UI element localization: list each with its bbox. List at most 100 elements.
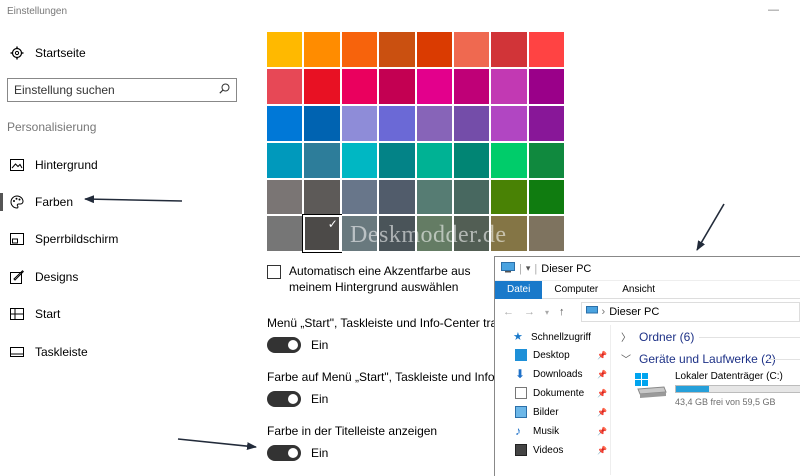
back-arrow-icon[interactable]: ← (503, 306, 514, 318)
color-swatch[interactable] (452, 67, 491, 105)
sidebar: Startseite Einstellung suchen Personalis… (0, 0, 250, 476)
nav-hintergrund[interactable]: Hintergrund (9, 155, 98, 175)
document-icon (515, 387, 527, 399)
nav-downloads[interactable]: ⬇ Downloads 📌 (515, 366, 611, 382)
nav-taskleiste[interactable]: Taskleiste (9, 342, 88, 362)
computer-icon (585, 306, 598, 318)
color-swatch[interactable] (378, 67, 416, 105)
nav-musik[interactable]: ♪ Musik 📌 (515, 423, 611, 439)
titlebar-color-toggle[interactable] (267, 445, 301, 461)
pictures-icon (515, 406, 527, 418)
nav-desktop[interactable]: Desktop 📌 (515, 347, 611, 363)
color-swatch[interactable] (452, 104, 491, 142)
color-swatch[interactable]: ✓ (302, 214, 342, 254)
toggle-knob (288, 448, 298, 458)
settings-search-input[interactable]: Einstellung suchen (7, 78, 237, 102)
color-swatch[interactable] (340, 31, 379, 68)
group-folders[interactable]: 〉 Ordner (6) (621, 329, 695, 345)
color-swatch[interactable] (415, 104, 453, 142)
color-swatch[interactable] (490, 141, 528, 179)
color-swatch[interactable] (415, 67, 453, 105)
color-swatch[interactable] (415, 31, 453, 68)
pin-icon: 📌 (597, 407, 607, 417)
nav-bilder[interactable]: Bilder 📌 (515, 404, 611, 420)
color-swatch[interactable] (527, 141, 566, 179)
color-swatch[interactable] (266, 141, 304, 179)
color-swatch[interactable] (527, 31, 566, 68)
nav-videos[interactable]: Videos 📌 (515, 442, 611, 458)
nav-dokumente[interactable]: Dokumente 📌 (515, 385, 611, 401)
color-swatch[interactable] (378, 141, 416, 179)
color-swatch[interactable] (303, 141, 341, 179)
color-swatch[interactable] (527, 215, 566, 253)
start-color-toggle[interactable] (267, 391, 301, 407)
nav-sperrbildschirm[interactable]: Sperrbildschirm (9, 229, 118, 249)
nav-label: Start (35, 307, 61, 321)
color-swatch[interactable] (378, 104, 416, 142)
nav-quick-access[interactable]: ★ Schnellzugriff (513, 329, 609, 345)
color-swatch[interactable] (527, 178, 566, 216)
color-swatch[interactable] (266, 31, 304, 68)
color-swatch[interactable] (452, 141, 491, 179)
color-swatch[interactable] (415, 178, 453, 216)
nav-start[interactable]: Start (9, 304, 60, 324)
nav-farben[interactable]: Farben (9, 192, 73, 212)
color-swatch[interactable] (527, 104, 566, 142)
up-arrow-icon[interactable]: ↑ (559, 306, 565, 318)
tab-computer[interactable]: Computer (542, 281, 610, 299)
color-swatch[interactable] (415, 141, 453, 179)
address-text: Dieser PC (609, 306, 660, 318)
search-icon[interactable] (219, 83, 230, 97)
tab-datei[interactable]: Datei (495, 280, 543, 299)
quick-access-toolbar-icon[interactable]: ▾ (526, 263, 531, 274)
titlebar-color-state: Ein (311, 446, 329, 460)
drive-usage-bar (675, 385, 800, 393)
group-drives[interactable]: ﹀ Geräte und Laufwerke (2) (621, 351, 776, 367)
nav-home[interactable]: Startseite (9, 43, 86, 63)
color-swatch[interactable] (452, 31, 491, 68)
color-swatch[interactable] (527, 67, 566, 105)
selection-indicator (0, 193, 3, 211)
arrow-to-explorer (696, 203, 725, 251)
color-swatch[interactable] (452, 178, 491, 216)
color-swatch[interactable] (303, 104, 341, 142)
color-swatch[interactable] (266, 178, 304, 216)
forward-arrow-icon[interactable]: → (524, 306, 535, 318)
color-swatch[interactable] (340, 104, 379, 142)
start-icon (9, 306, 25, 322)
minimize-button[interactable]: — (768, 4, 779, 16)
color-swatch[interactable] (303, 67, 341, 105)
color-swatch[interactable] (490, 67, 528, 105)
titlebar-color-label: Farbe in der Titelleiste anzeigen (267, 424, 438, 438)
nav-designs[interactable]: Designs (9, 267, 78, 287)
color-swatch[interactable] (266, 67, 304, 105)
navigation-pane: ★ Schnellzugriff Desktop 📌 ⬇ Downloads 📌… (495, 325, 611, 475)
quick-access-label: Schnellzugriff (531, 331, 591, 343)
color-swatch[interactable] (303, 178, 341, 216)
color-swatch[interactable] (490, 31, 528, 68)
transparency-toggle[interactable] (267, 337, 301, 353)
address-path[interactable]: › Dieser PC (580, 302, 800, 322)
recent-dropdown-icon[interactable]: ▾ (545, 308, 549, 317)
color-swatch[interactable] (490, 178, 528, 216)
color-swatch[interactable] (378, 178, 416, 216)
pin-icon: 📌 (597, 350, 607, 360)
color-swatch[interactable] (490, 104, 528, 142)
nav-label: Designs (35, 270, 79, 284)
auto-accent-label: Automatisch eine Akzentfarbe aus meinem … (289, 264, 471, 294)
auto-accent-checkbox[interactable] (267, 265, 281, 279)
color-swatch[interactable] (340, 67, 379, 105)
start-color-state: Ein (311, 392, 329, 406)
color-swatch[interactable] (303, 31, 341, 68)
explorer-address-bar: ← → ▾ ↑ › Dieser PC (495, 299, 800, 325)
color-swatch[interactable] (266, 104, 304, 142)
tab-ansicht[interactable]: Ansicht (610, 281, 667, 299)
nav-item-label: Downloads (533, 368, 583, 380)
group-folders-label: Ordner (6) (639, 329, 695, 344)
group-drives-label: Geräte und Laufwerke (2) (639, 351, 776, 366)
color-swatch[interactable] (340, 141, 379, 179)
explorer-title: Dieser PC (541, 262, 592, 275)
color-swatch[interactable] (340, 178, 379, 216)
color-swatch[interactable] (266, 215, 304, 253)
color-swatch[interactable] (378, 31, 416, 68)
